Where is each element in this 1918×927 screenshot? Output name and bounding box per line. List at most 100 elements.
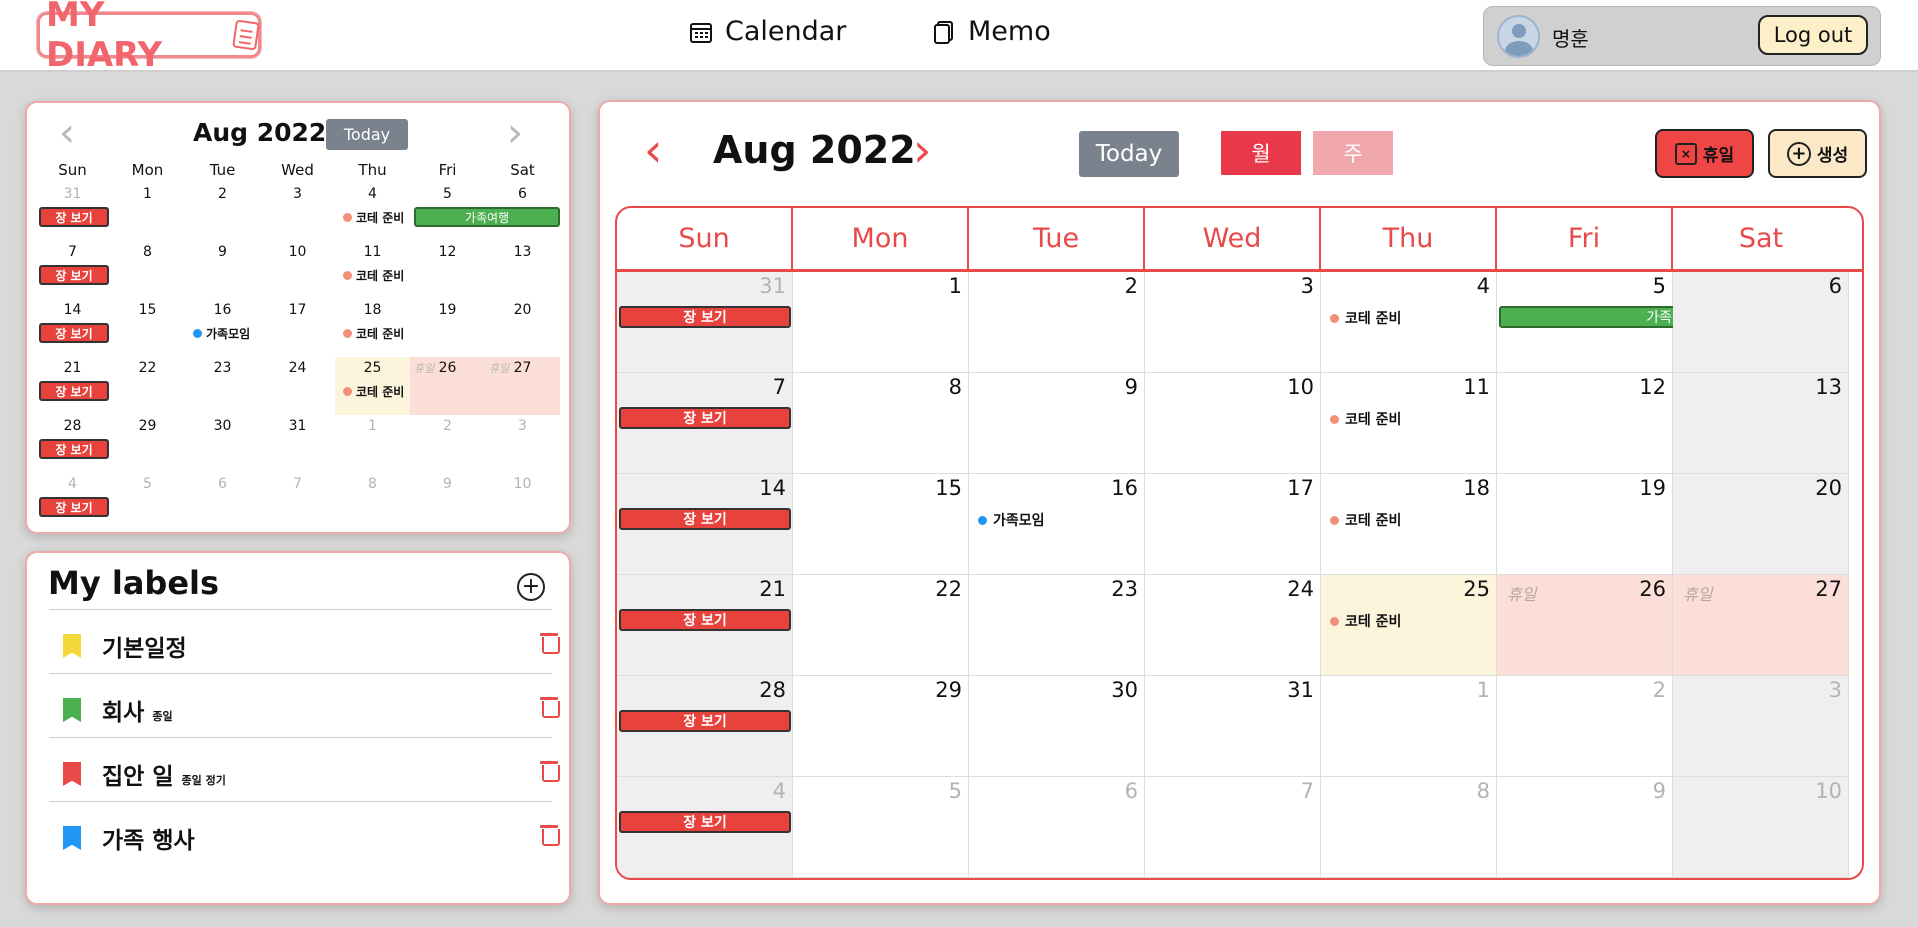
mini-day[interactable]: 21 장 보기 <box>35 357 110 415</box>
day-cell-today[interactable]: 25 코테 준비 <box>1321 575 1497 676</box>
day-cell[interactable]: 29 <box>793 676 969 777</box>
day-cell[interactable]: 8 <box>793 373 969 474</box>
mini-day[interactable]: 13 <box>485 241 560 299</box>
day-cell[interactable]: 20 <box>1673 474 1849 575</box>
label-item[interactable]: 집안 일 종일 정기 <box>49 737 560 801</box>
day-cell[interactable]: 7장 보기 <box>617 373 793 474</box>
day-cell[interactable]: 5 가족여행 <box>1497 272 1845 373</box>
mini-day[interactable]: 28 장 보기 <box>35 415 110 473</box>
mini-day[interactable]: 1 <box>335 415 410 473</box>
mini-day[interactable]: 3 <box>485 415 560 473</box>
day-cell[interactable]: 13 <box>1673 373 1849 474</box>
mini-day[interactable]: 7장 보기 <box>35 241 110 299</box>
day-cell[interactable]: 9 <box>969 373 1145 474</box>
mini-event-coding-test[interactable]: 코테 준비 <box>343 267 404 284</box>
mini-event-coding-test[interactable]: 코테 준비 <box>343 325 404 342</box>
mini-day[interactable]: 22 <box>110 357 185 415</box>
mini-day[interactable]: 10 <box>260 241 335 299</box>
mini-day[interactable]: 9 <box>185 241 260 299</box>
event-shopping[interactable]: 장 보기 <box>619 306 791 328</box>
mini-day[interactable]: 19 <box>410 299 485 357</box>
day-cell[interactable]: 10 <box>1673 777 1849 878</box>
mini-day[interactable]: 29 <box>110 415 185 473</box>
day-cell[interactable]: 18 코테 준비 <box>1321 474 1497 575</box>
holiday-button[interactable]: × 휴일 <box>1655 129 1754 178</box>
logout-button[interactable]: Log out <box>1758 15 1868 55</box>
day-cell[interactable]: 10 <box>1145 373 1321 474</box>
mini-day-holiday[interactable]: 휴일 26 <box>410 357 485 415</box>
mini-day-today[interactable]: 25 코테 준비 <box>335 357 410 415</box>
day-cell[interactable]: 6 <box>1673 272 1849 373</box>
avatar[interactable] <box>1497 15 1540 58</box>
mini-day[interactable]: 5 가족여행 <box>410 183 560 241</box>
nav-calendar[interactable]: Calendar <box>689 16 846 47</box>
mini-event-coding-test[interactable]: 코테 준비 <box>343 209 404 226</box>
event-coding-test[interactable]: 코테 준비 <box>1330 308 1401 328</box>
mini-day[interactable]: 20 <box>485 299 560 357</box>
mini-today-button[interactable]: Today <box>326 119 408 150</box>
mini-day[interactable]: 6 <box>185 473 260 531</box>
label-item[interactable]: 회사 종일 <box>49 673 560 737</box>
trash-icon[interactable] <box>540 759 560 782</box>
day-cell[interactable]: 16 가족모임 <box>969 474 1145 575</box>
label-item[interactable]: 가족 행사 <box>49 801 560 865</box>
mini-day[interactable]: 8 <box>335 473 410 531</box>
mini-day[interactable]: 31 <box>260 415 335 473</box>
mini-day[interactable]: 4장 보기 <box>35 473 110 531</box>
mini-day[interactable]: 18 코테 준비 <box>335 299 410 357</box>
day-cell[interactable]: 21 장 보기 <box>617 575 793 676</box>
add-label-plus-icon[interactable]: + <box>517 573 545 601</box>
day-cell[interactable]: 12 <box>1497 373 1673 474</box>
mini-day[interactable]: 5 <box>110 473 185 531</box>
next-month-chevron-icon[interactable]: › <box>913 127 931 173</box>
trash-icon[interactable] <box>540 823 560 846</box>
day-cell[interactable]: 3 <box>1673 676 1849 777</box>
day-cell[interactable]: 17 <box>1145 474 1321 575</box>
day-cell-holiday[interactable]: 휴일 27 <box>1673 575 1849 676</box>
mini-day[interactable]: 31 장 보기 <box>35 183 110 241</box>
day-cell[interactable]: 1 <box>793 272 969 373</box>
day-cell[interactable]: 14 장 보기 <box>617 474 793 575</box>
day-cell[interactable]: 11 코테 준비 <box>1321 373 1497 474</box>
event-shopping[interactable]: 장 보기 <box>619 407 791 429</box>
mini-event-shopping[interactable]: 장 보기 <box>39 265 109 285</box>
day-cell[interactable]: 22 <box>793 575 969 676</box>
prev-month-chevron-icon[interactable]: ‹ <box>644 127 662 173</box>
mini-day[interactable]: 14 장 보기 <box>35 299 110 357</box>
mini-prev-chevron-icon[interactable]: ‹ <box>59 113 75 153</box>
day-cell[interactable]: 5 <box>793 777 969 878</box>
event-coding-test[interactable]: 코테 준비 <box>1330 611 1401 631</box>
mini-day[interactable]: 16 가족모임 <box>185 299 260 357</box>
event-shopping[interactable]: 장 보기 <box>619 710 791 732</box>
mini-next-chevron-icon[interactable]: › <box>507 113 523 153</box>
app-logo[interactable]: MY DIARY <box>37 0 261 75</box>
mini-event-shopping[interactable]: 장 보기 <box>39 207 109 227</box>
today-button[interactable]: Today <box>1079 131 1179 177</box>
day-cell[interactable]: 15 <box>793 474 969 575</box>
mini-event-shopping[interactable]: 장 보기 <box>39 381 109 401</box>
day-cell[interactable]: 31 장 보기 <box>617 272 793 373</box>
mini-day[interactable]: 15 <box>110 299 185 357</box>
mini-event-shopping[interactable]: 장 보기 <box>39 497 109 517</box>
day-cell[interactable]: 1 <box>1321 676 1497 777</box>
day-cell[interactable]: 7 <box>1145 777 1321 878</box>
month-view-button[interactable]: 월 <box>1221 131 1301 175</box>
day-cell[interactable]: 19 <box>1497 474 1673 575</box>
day-cell[interactable]: 8 <box>1321 777 1497 878</box>
day-cell[interactable]: 9 <box>1497 777 1673 878</box>
create-button[interactable]: + 생성 <box>1768 129 1867 178</box>
mini-day[interactable]: 2 <box>185 183 260 241</box>
mini-day[interactable]: 12 <box>410 241 485 299</box>
event-shopping[interactable]: 장 보기 <box>619 811 791 833</box>
mini-day[interactable]: 3 <box>260 183 335 241</box>
event-coding-test[interactable]: 코테 준비 <box>1330 409 1401 429</box>
mini-day[interactable]: 4 코테 준비 <box>335 183 410 241</box>
mini-day[interactable]: 7 <box>260 473 335 531</box>
day-cell[interactable]: 28 장 보기 <box>617 676 793 777</box>
week-view-button[interactable]: 주 <box>1313 131 1393 175</box>
mini-event-shopping[interactable]: 장 보기 <box>39 439 109 459</box>
mini-day-holiday[interactable]: 휴일 27 <box>485 357 560 415</box>
day-cell[interactable]: 23 <box>969 575 1145 676</box>
mini-event-shopping[interactable]: 장 보기 <box>39 323 109 343</box>
mini-day[interactable]: 1 <box>110 183 185 241</box>
